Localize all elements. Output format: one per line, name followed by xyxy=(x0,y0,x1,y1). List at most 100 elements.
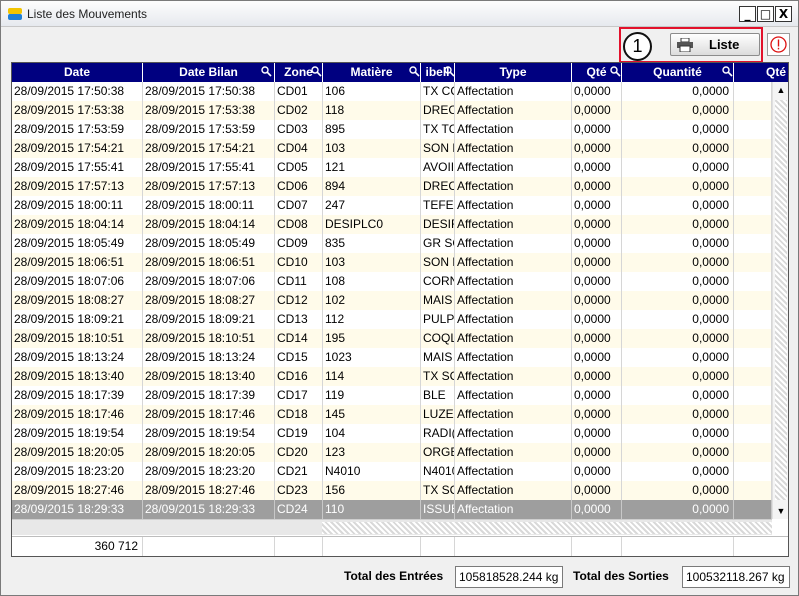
cell-qte-2 xyxy=(734,386,772,405)
cell-qte-2 xyxy=(734,82,772,101)
table-row[interactable]: 28/09/2015 18:13:40 28/09/2015 18:13:40 CD… xyxy=(12,367,772,386)
cell-qte-2 xyxy=(734,329,772,348)
table-row[interactable]: 28/09/2015 18:17:39 28/09/2015 18:17:39 CD… xyxy=(12,386,772,405)
vertical-scrollbar[interactable]: ▲ ▼ xyxy=(772,82,788,519)
column-header-matiere[interactable]: Matière xyxy=(323,63,421,82)
table-row[interactable]: 28/09/2015 17:53:59 28/09/2015 17:53:59 CD… xyxy=(12,120,772,139)
cell-qte-2 xyxy=(734,291,772,310)
cell-quantite: 0,0000 xyxy=(622,424,734,443)
search-icon[interactable] xyxy=(409,66,420,77)
liste-button-label: Liste xyxy=(709,37,740,52)
cell-zone: CD08 xyxy=(275,215,323,234)
table-row[interactable]: 28/09/2015 18:10:51 28/09/2015 18:10:51 CD… xyxy=(12,329,772,348)
table-row[interactable]: 28/09/2015 17:54:21 28/09/2015 17:54:21 CD… xyxy=(12,139,772,158)
search-icon[interactable] xyxy=(444,66,455,77)
search-icon[interactable] xyxy=(610,66,621,77)
grid-rows: 28/09/2015 17:50:38 28/09/2015 17:50:38 CD… xyxy=(12,82,772,519)
cell-type: Affectation xyxy=(455,481,572,500)
table-row[interactable]: 28/09/2015 18:20:05 28/09/2015 18:20:05 CD… xyxy=(12,443,772,462)
column-header-quantite[interactable]: Quantité xyxy=(622,63,734,82)
search-icon[interactable] xyxy=(722,66,733,77)
maximize-button[interactable]: □ xyxy=(757,6,774,22)
cell-matiere: 112 xyxy=(323,310,421,329)
search-icon[interactable] xyxy=(261,66,272,77)
cell-matiere: 156 xyxy=(323,481,421,500)
table-row[interactable]: 28/09/2015 18:06:51 28/09/2015 18:06:51 CD… xyxy=(12,253,772,272)
cell-qte-2 xyxy=(734,462,772,481)
movements-grid[interactable]: Date⋮ Date Bilan Zone Matière ibell Type… xyxy=(11,62,789,557)
column-header-date[interactable]: Date⋮ xyxy=(12,63,143,82)
horizontal-scrollbar[interactable] xyxy=(12,519,772,535)
table-row[interactable]: 28/09/2015 17:50:38 28/09/2015 17:50:38 CD… xyxy=(12,82,772,101)
cell-qte-2 xyxy=(734,196,772,215)
cell-libelle: ISSUE xyxy=(421,500,455,519)
cell-qte: 0,0000 xyxy=(572,120,622,139)
cell-qte: 0,0000 xyxy=(572,101,622,120)
scroll-thumb[interactable] xyxy=(775,100,787,500)
cell-quantite: 0,0000 xyxy=(622,215,734,234)
total-entrees-field[interactable]: 105818528.244 kg xyxy=(455,566,563,588)
cell-date-bilan: 28/09/2015 18:20:05 xyxy=(143,443,275,462)
cell-qte: 0,0000 xyxy=(572,253,622,272)
table-row[interactable]: 28/09/2015 17:53:38 28/09/2015 17:53:38 CD… xyxy=(12,101,772,120)
cell-libelle: GR SC xyxy=(421,234,455,253)
table-row[interactable]: 28/09/2015 18:29:33 28/09/2015 18:29:33 CD… xyxy=(12,500,772,519)
cell-type: Affectation xyxy=(455,443,572,462)
table-row[interactable]: 28/09/2015 18:00:11 28/09/2015 18:00:11 CD… xyxy=(12,196,772,215)
cell-qte: 0,0000 xyxy=(572,481,622,500)
cell-quantite: 0,0000 xyxy=(622,310,734,329)
cell-date-bilan: 28/09/2015 18:10:51 xyxy=(143,329,275,348)
total-sorties-field[interactable]: 100532118.267 kg xyxy=(682,566,790,588)
cell-date-bilan: 28/09/2015 18:07:06 xyxy=(143,272,275,291)
cell-matiere: 106 xyxy=(323,82,421,101)
liste-button[interactable]: Liste xyxy=(670,33,760,56)
cell-date-bilan: 28/09/2015 17:54:21 xyxy=(143,139,275,158)
cell-qte: 0,0000 xyxy=(572,82,622,101)
cell-zone: CD10 xyxy=(275,253,323,272)
footer-count: 360 712 xyxy=(12,537,143,556)
table-row[interactable]: 28/09/2015 18:23:20 28/09/2015 18:23:20 CD… xyxy=(12,462,772,481)
column-header-zone[interactable]: Zone xyxy=(275,63,323,82)
cell-qte: 0,0000 xyxy=(572,177,622,196)
window-title: Liste des Mouvements xyxy=(27,7,148,21)
column-header-type[interactable]: Type⋮ xyxy=(455,63,572,82)
table-row[interactable]: 28/09/2015 18:09:21 28/09/2015 18:09:21 CD… xyxy=(12,310,772,329)
table-row[interactable]: 28/09/2015 18:04:14 28/09/2015 18:04:14 CD… xyxy=(12,215,772,234)
cell-qte-2 xyxy=(734,405,772,424)
scroll-down-icon[interactable]: ▼ xyxy=(773,503,788,519)
cell-date: 28/09/2015 18:06:51 xyxy=(12,253,143,272)
table-row[interactable]: 28/09/2015 18:08:27 28/09/2015 18:08:27 CD… xyxy=(12,291,772,310)
table-row[interactable]: 28/09/2015 18:27:46 28/09/2015 18:27:46 CD… xyxy=(12,481,772,500)
cell-qte: 0,0000 xyxy=(572,424,622,443)
cell-libelle: SON F xyxy=(421,253,455,272)
column-header-date-bilan[interactable]: Date Bilan xyxy=(143,63,275,82)
minimize-button[interactable]: _ xyxy=(739,6,756,22)
horizontal-scroll-track[interactable] xyxy=(322,522,772,534)
column-header-qte-2[interactable]: Qté xyxy=(734,63,788,82)
cell-quantite: 0,0000 xyxy=(622,101,734,120)
cell-type: Affectation xyxy=(455,272,572,291)
table-row[interactable]: 28/09/2015 18:13:24 28/09/2015 18:13:24 CD… xyxy=(12,348,772,367)
cell-qte-2 xyxy=(734,500,772,519)
table-row[interactable]: 28/09/2015 17:57:13 28/09/2015 17:57:13 CD… xyxy=(12,177,772,196)
table-row[interactable]: 28/09/2015 18:17:46 28/09/2015 18:17:46 CD… xyxy=(12,405,772,424)
column-header-qte[interactable]: Qté xyxy=(572,63,622,82)
printer-icon xyxy=(677,38,693,52)
close-button[interactable]: X xyxy=(775,6,792,22)
cell-matiere: 247 xyxy=(323,196,421,215)
column-header-libelle[interactable]: ibell xyxy=(421,63,455,82)
cell-date-bilan: 28/09/2015 18:06:51 xyxy=(143,253,275,272)
title-bar[interactable]: Liste des Mouvements _ □ X xyxy=(1,1,798,27)
search-icon[interactable] xyxy=(311,66,322,77)
cell-libelle: DREC xyxy=(421,101,455,120)
cell-zone: CD19 xyxy=(275,424,323,443)
table-row[interactable]: 28/09/2015 18:05:49 28/09/2015 18:05:49 CD… xyxy=(12,234,772,253)
cell-matiere: 103 xyxy=(323,139,421,158)
table-row[interactable]: 28/09/2015 17:55:41 28/09/2015 17:55:41 CD… xyxy=(12,158,772,177)
cell-date: 28/09/2015 18:29:33 xyxy=(12,500,143,519)
table-row[interactable]: 28/09/2015 18:07:06 28/09/2015 18:07:06 CD… xyxy=(12,272,772,291)
cell-quantite: 0,0000 xyxy=(622,386,734,405)
table-row[interactable]: 28/09/2015 18:19:54 28/09/2015 18:19:54 CD… xyxy=(12,424,772,443)
alert-button[interactable] xyxy=(767,33,790,56)
scroll-up-icon[interactable]: ▲ xyxy=(773,82,788,98)
